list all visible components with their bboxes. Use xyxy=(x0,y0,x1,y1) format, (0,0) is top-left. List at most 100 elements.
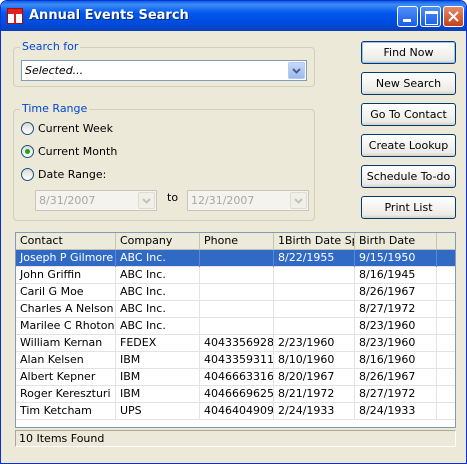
close-button[interactable] xyxy=(443,6,464,27)
spouse-birth-date-cell xyxy=(274,267,355,284)
results-grid[interactable]: Contact Company Phone 1Birth Date Spo Bi… xyxy=(15,232,456,428)
birth-date-cell: 8/16/1960 xyxy=(355,352,437,369)
search-for-label: Search for xyxy=(20,40,81,53)
contact-cell: Joseph P Gilmore xyxy=(16,250,116,267)
spouse-birth-date-cell xyxy=(274,301,355,318)
table-row[interactable]: Caril G Moe ABC Inc. 8/26/1967 xyxy=(16,284,455,301)
table-row[interactable]: Alan Kelsen IBM 4043359311 8/10/1960 8/1… xyxy=(16,352,455,369)
time-range-label: Time Range xyxy=(20,102,90,115)
spouse-birth-date-cell: 8/21/1972 xyxy=(274,386,355,403)
phone-cell: 4043356928 xyxy=(200,335,274,352)
from-date-value: 8/31/2007 xyxy=(39,194,96,207)
current-month-label: Current Month xyxy=(38,145,118,158)
column-header-spouse-birth-date[interactable]: 1Birth Date Spo xyxy=(274,233,355,250)
table-row[interactable]: Charles A Nelson ABC Inc. 8/27/1972 xyxy=(16,301,455,318)
date-range-label: Date Range: xyxy=(38,168,107,181)
birth-date-cell: 8/24/1933 xyxy=(355,403,437,420)
birth-date-cell: 8/26/1967 xyxy=(355,369,437,386)
column-header-contact[interactable]: Contact xyxy=(16,233,116,250)
contact-cell: Roger Kereszturi xyxy=(16,386,116,403)
close-icon xyxy=(448,11,459,22)
contact-cell: Charles A Nelson xyxy=(16,301,116,318)
spouse-birth-date-cell: 8/22/1955 xyxy=(274,250,355,267)
company-cell: IBM xyxy=(116,352,200,369)
search-for-value: Selected... xyxy=(25,64,84,77)
spouse-birth-date-cell: 8/20/1967 xyxy=(274,369,355,386)
annual-events-search-window: Annual Events Search Search for Selected… xyxy=(0,0,467,464)
to-date-picker[interactable]: 12/31/2007 xyxy=(187,190,309,211)
table-row[interactable]: John Griffin ABC Inc. 8/16/1945 xyxy=(16,267,455,284)
title-bar[interactable]: Annual Events Search xyxy=(1,1,466,31)
create-lookup-button[interactable]: Create Lookup xyxy=(361,134,456,157)
spouse-birth-date-cell: 2/24/1933 xyxy=(274,403,355,420)
table-row[interactable]: Joseph P Gilmore ABC Inc. 8/22/1955 9/15… xyxy=(16,250,455,267)
company-cell: ABC Inc. xyxy=(116,301,200,318)
phone-cell: 4046663316 xyxy=(200,369,274,386)
phone-cell: 4043359311 xyxy=(200,352,274,369)
contact-cell: Tim Ketcham xyxy=(16,403,116,420)
phone-cell xyxy=(200,318,274,335)
company-cell: IBM xyxy=(116,386,200,403)
phone-cell xyxy=(200,301,274,318)
find-now-button[interactable]: Find Now xyxy=(361,41,456,64)
company-cell: ABC Inc. xyxy=(116,318,200,335)
chevron-down-icon xyxy=(294,198,303,204)
phone-cell xyxy=(200,267,274,284)
phone-cell xyxy=(200,250,274,267)
radio-circle-checked xyxy=(21,145,34,158)
column-header-phone[interactable]: Phone xyxy=(200,233,274,250)
column-header-company[interactable]: Company xyxy=(116,233,200,250)
company-cell: FEDEX xyxy=(116,335,200,352)
company-cell: IBM xyxy=(116,369,200,386)
current-week-label: Current Week xyxy=(38,122,113,135)
window-title: Annual Events Search xyxy=(29,8,189,23)
dropdown-arrow-button[interactable] xyxy=(288,62,305,79)
birth-date-cell: 8/27/1972 xyxy=(355,386,437,403)
from-date-arrow-button[interactable] xyxy=(138,192,155,209)
chevron-down-icon xyxy=(292,68,301,74)
print-list-button[interactable]: Print List xyxy=(361,196,456,219)
company-cell: UPS xyxy=(116,403,200,420)
radio-circle xyxy=(21,168,34,181)
table-row[interactable]: Albert Kepner IBM 4046663316 8/20/1967 8… xyxy=(16,369,455,386)
contact-cell: Alan Kelsen xyxy=(16,352,116,369)
birth-date-cell: 8/27/1972 xyxy=(355,301,437,318)
table-row[interactable]: Tim Ketcham UPS 4046404909 2/24/1933 8/2… xyxy=(16,403,455,420)
to-date-arrow-button[interactable] xyxy=(290,192,307,209)
table-row[interactable]: William Kernan FEDEX 4043356928 2/23/196… xyxy=(16,335,455,352)
contact-cell: Marilee C Rhoton xyxy=(16,318,116,335)
to-label: to xyxy=(167,191,179,204)
contact-cell: William Kernan xyxy=(16,335,116,352)
birth-date-cell: 9/15/1950 xyxy=(355,250,437,267)
birth-date-cell: 8/16/1945 xyxy=(355,267,437,284)
chevron-down-icon xyxy=(142,198,151,204)
from-date-picker[interactable]: 8/31/2007 xyxy=(35,190,157,211)
column-header-birth-date[interactable]: Birth Date xyxy=(355,233,437,250)
go-to-contact-button[interactable]: Go To Contact xyxy=(361,103,456,126)
table-row[interactable]: Marilee C Rhoton ABC Inc. 8/23/1960 xyxy=(16,318,455,335)
birth-date-cell: 8/23/1960 xyxy=(355,335,437,352)
status-bar: 10 Items Found xyxy=(15,430,456,447)
search-for-group: Search for Selected... xyxy=(13,40,315,87)
company-cell: ABC Inc. xyxy=(116,284,200,301)
new-search-button[interactable]: New Search xyxy=(361,72,456,95)
birth-date-cell: 8/23/1960 xyxy=(355,318,437,335)
contact-cell: Caril G Moe xyxy=(16,284,116,301)
schedule-todo-button[interactable]: Schedule To-do xyxy=(361,165,456,188)
phone-cell: 4046669625 xyxy=(200,386,274,403)
phone-cell: 4046404909 xyxy=(200,403,274,420)
spouse-birth-date-cell xyxy=(274,318,355,335)
calendar-app-icon xyxy=(7,8,23,24)
spouse-birth-date-cell: 8/10/1960 xyxy=(274,352,355,369)
table-row[interactable]: Roger Kereszturi IBM 4046669625 8/21/197… xyxy=(16,386,455,403)
grid-header: Contact Company Phone 1Birth Date Spo Bi… xyxy=(16,233,455,250)
birth-date-cell: 8/26/1967 xyxy=(355,284,437,301)
phone-cell xyxy=(200,284,274,301)
radio-circle xyxy=(21,122,34,135)
search-for-dropdown[interactable]: Selected... xyxy=(21,60,307,81)
company-cell: ABC Inc. xyxy=(116,267,200,284)
minimize-button[interactable] xyxy=(397,6,418,27)
to-date-value: 12/31/2007 xyxy=(191,194,255,207)
spouse-birth-date-cell: 2/23/1960 xyxy=(274,335,355,352)
maximize-button[interactable] xyxy=(420,6,441,27)
